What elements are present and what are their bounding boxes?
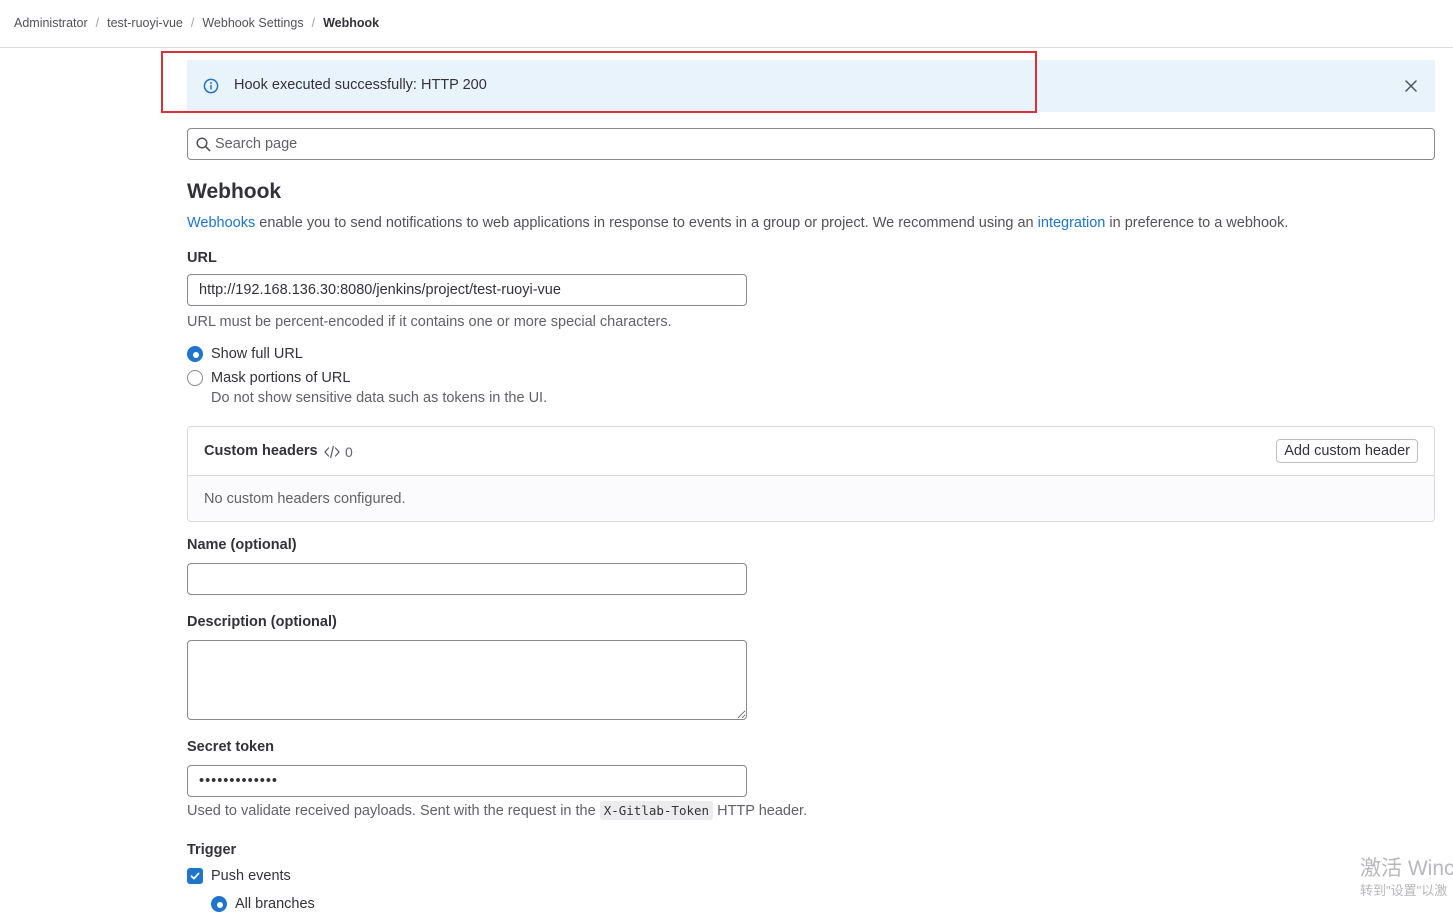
all-branches-radio[interactable] [211, 896, 227, 912]
secret-token-help-before: Used to validate received payloads. Sent… [187, 803, 600, 819]
custom-headers-card-header: Custom headers 0 Add custom header [188, 427, 1434, 476]
show-full-url-radio[interactable] [187, 346, 203, 362]
success-alert: Hook executed successfully: HTTP 200 [187, 60, 1435, 112]
breadcrumb-item-administrator[interactable]: Administrator [14, 16, 88, 30]
code-icon [324, 445, 340, 459]
mask-url-label: Mask portions of URL [211, 370, 351, 386]
intro-text-end: in preference to a webhook. [1105, 215, 1289, 231]
show-full-url-label: Show full URL [211, 346, 303, 362]
mask-url-option[interactable]: Mask portions of URL [187, 370, 350, 386]
custom-headers-empty-text: No custom headers configured. [204, 491, 406, 507]
breadcrumb-separator: / [190, 16, 195, 30]
name-input[interactable] [187, 563, 747, 595]
watermark-line-1: 激活 Winc [1360, 857, 1453, 880]
breadcrumb-item-webhook-settings[interactable]: Webhook Settings [202, 16, 303, 30]
breadcrumb-item-project[interactable]: test-ruoyi-vue [107, 16, 183, 30]
x-gitlab-token-code: X-Gitlab-Token [599, 801, 714, 820]
os-activation-watermark: 激活 Winc 转到"设置"以激 [1360, 856, 1453, 900]
breadcrumb: Administrator / test-ruoyi-vue / Webhook… [14, 16, 379, 30]
breadcrumb-item-webhook[interactable]: Webhook [323, 16, 379, 30]
description-label: Description (optional) [187, 614, 337, 630]
intro-text: Webhooks enable you to send notification… [187, 215, 1288, 231]
description-textarea[interactable] [187, 640, 747, 720]
all-branches-label: All branches [235, 896, 315, 912]
push-events-label: Push events [211, 868, 291, 884]
webhooks-link[interactable]: Webhooks [187, 215, 255, 231]
intro-text-middle: enable you to send notifications to web … [255, 215, 1038, 231]
secret-token-label: Secret token [187, 739, 275, 755]
top-bar: Administrator / test-ruoyi-vue / Webhook… [0, 0, 1453, 48]
search-box [187, 128, 1435, 160]
custom-headers-title: Custom headers [204, 443, 318, 459]
page-title: Webhook [187, 180, 282, 203]
secret-token-help-text: Used to validate received payloads. Sent… [187, 801, 808, 820]
watermark-line-2: 转到"设置"以激 [1360, 883, 1448, 898]
all-branches-option[interactable]: All branches [211, 896, 315, 912]
search-input[interactable] [215, 129, 1415, 159]
trigger-label: Trigger [187, 842, 237, 858]
search-icon [196, 137, 211, 152]
custom-headers-count: 0 [345, 444, 353, 460]
name-label: Name (optional) [187, 537, 297, 553]
url-input[interactable] [187, 274, 747, 306]
mask-url-radio[interactable] [187, 370, 203, 386]
alert-message: Hook executed successfully: HTTP 200 [234, 77, 487, 93]
custom-headers-card: Custom headers 0 Add custom header No cu… [187, 426, 1435, 522]
secret-token-input[interactable] [187, 765, 747, 797]
mask-url-help-text: Do not show sensitive data such as token… [211, 390, 548, 406]
url-help-text: URL must be percent-encoded if it contai… [187, 314, 672, 330]
integration-link[interactable]: integration [1038, 215, 1106, 231]
secret-token-help-after: HTTP header. [713, 803, 808, 819]
close-icon[interactable] [1401, 76, 1421, 96]
custom-headers-count-badge: 0 [324, 444, 353, 460]
show-full-url-option[interactable]: Show full URL [187, 346, 303, 362]
push-events-checkbox[interactable] [187, 868, 203, 884]
breadcrumb-separator: / [311, 16, 316, 30]
breadcrumb-separator: / [95, 16, 100, 30]
url-label: URL [187, 250, 217, 266]
info-icon [203, 78, 219, 94]
push-events-option[interactable]: Push events [187, 868, 291, 884]
checkmark-icon [190, 872, 200, 880]
add-custom-header-button[interactable]: Add custom header [1276, 439, 1418, 463]
